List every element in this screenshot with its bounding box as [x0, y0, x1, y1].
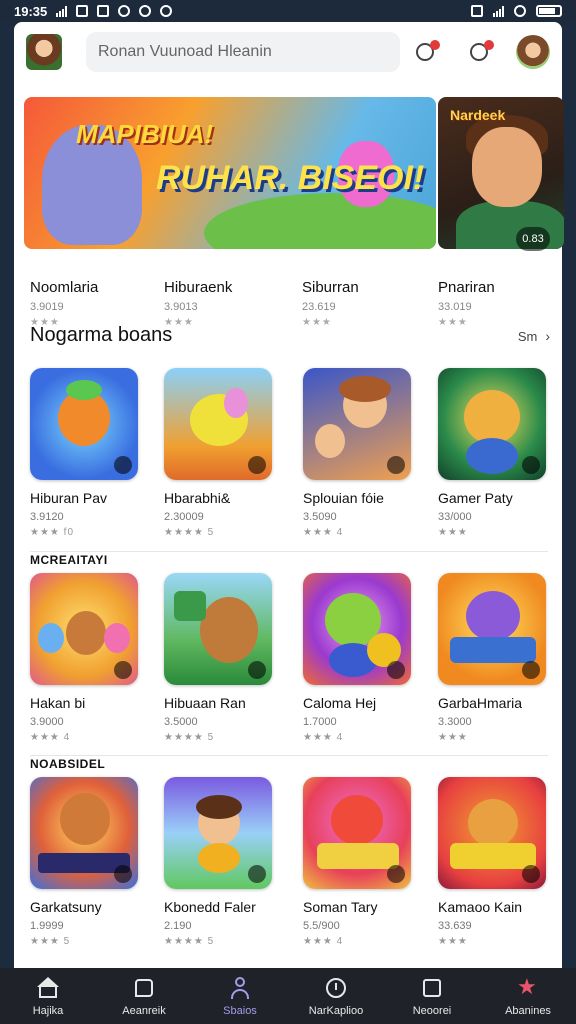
group-label: NOABSIDEL [30, 757, 106, 771]
game-card[interactable]: Hiburan Pav 3.9120 ★★★ f0 [30, 368, 142, 538]
game-card[interactable]: Garkatsuny 1.9999 ★★★ 5 [30, 777, 142, 947]
section-header: Nogarma boans Sm › [30, 324, 550, 354]
sync-icon [160, 5, 173, 17]
banner-badge: 0.83 [516, 227, 550, 251]
game-row-2: Hakan bi 3.9000 ★★★ 4 Hibuaan Ran 3.5000… [14, 573, 562, 763]
game-thumbnail [30, 573, 138, 685]
notification-icon [118, 5, 131, 17]
game-row-1: Hiburan Pav 3.9120 ★★★ f0 Hbarabhi& 2.30… [14, 368, 562, 558]
game-thumbnail [164, 777, 272, 889]
game-row-3: Garkatsuny 1.9999 ★★★ 5 Kbonedd Faler 2.… [14, 777, 562, 967]
star-icon: ★ [517, 973, 537, 999]
profile-avatar[interactable] [26, 34, 62, 70]
game-thumbnail [438, 777, 546, 889]
notification-dot [484, 40, 494, 50]
banner-title-art: MAPIBIUA! [76, 119, 214, 149]
chat-icon [132, 976, 156, 1000]
game-thumbnail [303, 777, 411, 889]
battery-icon [536, 5, 562, 17]
app-icon [97, 5, 110, 17]
divider [30, 551, 548, 552]
game-card[interactable]: Kbonedd Faler 2.190 ★★★★ 5 [164, 777, 276, 947]
gallery-icon [76, 5, 89, 17]
game-card[interactable]: GarbaHmaria 3.3000 ★★★ [438, 573, 550, 743]
game-thumbnail [303, 573, 411, 685]
chat-icon[interactable] [414, 40, 440, 66]
nav-library[interactable]: Neoorei [384, 976, 480, 1017]
game-card[interactable]: Gamer Paty 33/000 ★★★ [438, 368, 550, 538]
square-icon [420, 976, 444, 1000]
game-card[interactable]: Hakan bi 3.9000 ★★★ 4 [30, 573, 142, 743]
notification-dot [430, 40, 440, 50]
bottom-nav: Hajika Aeanreik Sbaios NarKaplioo Neoore… [0, 968, 576, 1024]
game-card[interactable]: Splouian fóie 3.5090 ★★★ 4 [303, 368, 415, 538]
game-thumbnail [438, 573, 546, 685]
search-text: Ronan Vuunoad Hleanin [98, 43, 272, 60]
game-thumbnail [30, 368, 138, 480]
clock-icon [324, 976, 348, 1000]
group-label: MCREAITAYI [30, 553, 108, 567]
game-card[interactable]: Hibuaan Ran 3.5000 ★★★★ 5 [164, 573, 276, 743]
banner-caption-1[interactable]: Noomlaria 3.9019 ★★★ [30, 279, 98, 328]
game-thumbnail [30, 777, 138, 889]
cell-signal-icon [493, 5, 504, 17]
divider [30, 755, 548, 756]
message-icon[interactable] [468, 40, 494, 66]
featured-banners: MAPIBIUA! RUHAR. BISEOI! Nardeek 0.83 No… [24, 97, 576, 332]
home-icon [36, 976, 60, 1000]
nav-chat[interactable]: Aeanreik [96, 976, 192, 1017]
banner-title-art-2: RUHAR. BISEOI! [156, 159, 425, 197]
side-banner-title-art: Nardeek [450, 107, 506, 123]
wifi-icon [514, 5, 526, 17]
nav-history[interactable]: NarKaplioo [288, 976, 384, 1017]
banner-caption-2[interactable]: Hiburaenk 3.9013 ★★★ [164, 279, 232, 328]
vibrate-icon [471, 5, 483, 17]
game-thumbnail [303, 368, 411, 480]
game-card[interactable]: Hbarabhi& 2.30009 ★★★★ 5 [164, 368, 276, 538]
featured-banner-main[interactable]: MAPIBIUA! RUHAR. BISEOI! [24, 97, 436, 249]
settings-icon [139, 5, 152, 17]
game-card[interactable]: Kamaoo Kain 33.639 ★★★ [438, 777, 550, 947]
top-bar: Ronan Vuunoad Hleanin [14, 22, 562, 82]
game-thumbnail [438, 368, 546, 480]
user-avatar[interactable] [516, 35, 550, 69]
banner-caption-3[interactable]: Siburran 23.619 ★★★ [302, 279, 359, 328]
status-time: 19:35 [14, 3, 48, 19]
game-thumbnail [164, 368, 272, 480]
featured-banner-side[interactable]: Nardeek [438, 97, 564, 249]
nav-home[interactable]: Hajika [0, 976, 96, 1017]
user-icon [228, 976, 252, 1000]
game-thumbnail [164, 573, 272, 685]
see-more-link[interactable]: Sm › [518, 328, 550, 344]
nav-profile[interactable]: Sbaios [192, 976, 288, 1017]
boy-character [472, 127, 542, 207]
banner-caption-4[interactable]: Pnariran 33.019 ★★★ [438, 279, 495, 328]
signal-icon [56, 5, 68, 17]
game-card[interactable]: Caloma Hej 1.7000 ★★★ 4 [303, 573, 415, 743]
chevron-right-icon: › [545, 328, 550, 344]
status-bar: 19:35 [0, 0, 576, 22]
search-input[interactable]: Ronan Vuunoad Hleanin [86, 32, 400, 72]
game-card[interactable]: Soman Tary 5.5/900 ★★★ 4 [303, 777, 415, 947]
nav-favorites[interactable]: ★ Abanines [480, 973, 576, 1017]
section-title: Nogarma boans [30, 324, 173, 346]
